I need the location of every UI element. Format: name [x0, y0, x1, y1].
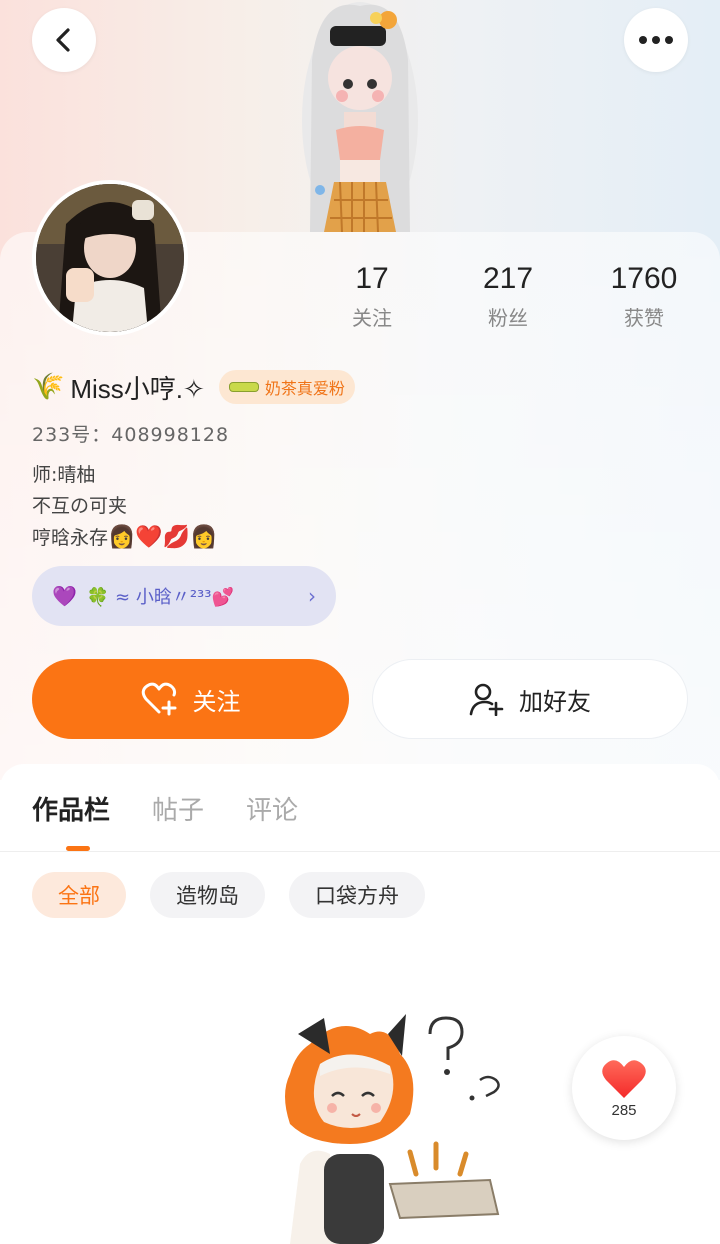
tab-works[interactable]: 作品栏: [32, 790, 110, 827]
stat-likes-label: 获赞: [624, 306, 664, 330]
follow-button-label: 关注: [192, 687, 241, 716]
heart-icon: [602, 1059, 646, 1098]
badge-level-icon: [228, 382, 259, 392]
back-button[interactable]: [32, 8, 96, 72]
content-tabs: 作品栏 帖子 评论: [32, 790, 298, 827]
chevron-right-icon: ›: [308, 584, 316, 608]
stat-fans-count: 217: [482, 262, 534, 295]
add-friend-button-label: 加好友: [519, 687, 591, 716]
stat-following-count: 17: [355, 262, 389, 295]
add-friend-button[interactable]: 加好友: [372, 659, 688, 739]
stat-following[interactable]: 17 关注: [312, 262, 432, 331]
like-button[interactable]: 285: [572, 1036, 676, 1140]
profile-name-row: 🌾 Miss小哼.✧ 奶茶真爱粉: [32, 366, 355, 408]
stat-likes[interactable]: 1760 获赞: [584, 262, 704, 331]
fan-badge-label: 奶茶真爱粉: [264, 379, 345, 398]
stat-following-label: 关注: [352, 306, 392, 330]
stat-likes-count: 1760: [610, 262, 678, 295]
user-id-value: 408998128: [111, 424, 230, 446]
profile-name: Miss小哼.✧: [70, 373, 205, 404]
bio-line: 师:晴柚: [32, 464, 96, 486]
add-user-icon: [469, 683, 504, 716]
filter-pocket-ark[interactable]: 口袋方舟: [289, 872, 425, 918]
user-id-label: 233号：: [32, 424, 112, 446]
profile-bio: 师:晴柚 不互の可夹 哼晗永存👩❤️💋👩: [32, 460, 218, 554]
bio-line: 不互の可夹: [32, 495, 128, 517]
club-tag-label: 🍀 ≈ 小晗〃²³³💕: [86, 587, 234, 608]
purple-heart-icon: 💜: [52, 584, 77, 608]
bio-emoji: 👩❤️💋👩: [108, 525, 218, 550]
bio-line: 哼晗永存: [32, 527, 109, 549]
avatar-photo: [36, 184, 184, 332]
like-count: 285: [611, 1101, 637, 1119]
avatar[interactable]: [32, 180, 188, 336]
filter-creation-island[interactable]: 造物岛: [150, 872, 265, 918]
divider: [0, 851, 720, 852]
fan-badge[interactable]: 奶茶真爱粉: [218, 370, 355, 404]
tab-posts[interactable]: 帖子: [152, 790, 204, 827]
chevron-left-icon: [56, 28, 70, 52]
heart-plus-icon: [141, 682, 176, 716]
content-panel: 作品栏 帖子 评论 全部 造物岛 口袋方舟: [0, 764, 720, 1244]
club-tag[interactable]: 💜 🍀 ≈ 小晗〃²³³💕 ›: [32, 566, 336, 626]
empty-state-illustration: [285, 1014, 500, 1244]
user-id[interactable]: 233号：408998128: [32, 420, 229, 447]
more-dots-icon: [639, 36, 673, 44]
stat-fans-label: 粉丝: [488, 306, 528, 330]
tab-comments[interactable]: 评论: [246, 790, 298, 827]
avatar-3d-figure: [302, 2, 418, 232]
more-button[interactable]: [624, 8, 688, 72]
follow-button[interactable]: 关注: [32, 659, 349, 739]
wheat-icon: 🌾: [32, 372, 65, 402]
stat-fans[interactable]: 217 粉丝: [448, 262, 568, 331]
filter-chips: 全部 造物岛 口袋方舟: [32, 872, 425, 918]
filter-all[interactable]: 全部: [32, 872, 126, 918]
